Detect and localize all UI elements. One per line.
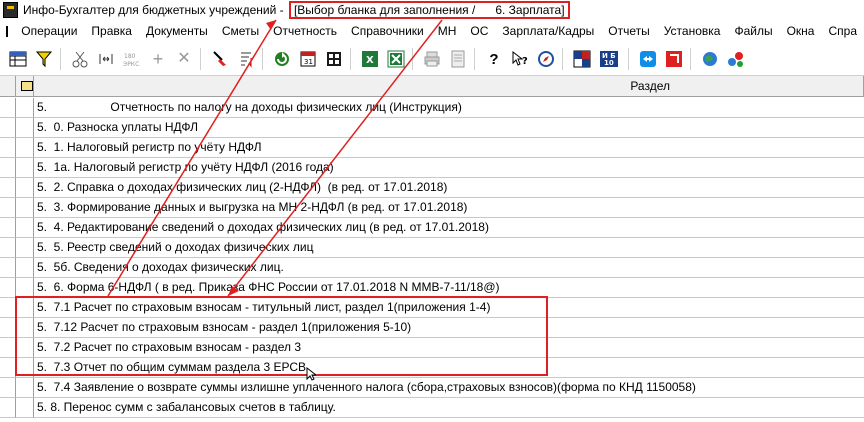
row-cell: 5. 7.2 Расчет по страховым взносам - раз… (34, 338, 864, 358)
teamviewer-icon[interactable] (638, 49, 658, 69)
row-cell: 5. 8. Перенос сумм с забалансовых счетов… (34, 398, 864, 418)
row-cell: 5. 4. Редактирование сведений о доходах … (34, 218, 864, 238)
table-row[interactable]: 5. 2. Справка о доходах физических лиц (… (0, 178, 864, 198)
broom-icon[interactable] (210, 49, 230, 69)
cut-icon[interactable] (70, 49, 90, 69)
menu-estimates[interactable]: Сметы (215, 24, 266, 38)
title-bar: Инфо-Бухгалтер для бюджетных учреждений … (0, 0, 864, 20)
calendar-icon[interactable]: 31 (298, 49, 318, 69)
table-row[interactable]: 5. 0. Разноска уплаты НДФЛ (0, 118, 864, 138)
menu-files[interactable]: Файлы (727, 24, 779, 38)
chess-icon[interactable] (572, 49, 592, 69)
mouse-cursor-icon (306, 367, 316, 381)
grid-icon[interactable] (324, 49, 344, 69)
svg-text:ЭРКС: ЭРКС (123, 61, 139, 68)
menu-references[interactable]: Справочники (344, 24, 431, 38)
sort-icon[interactable] (236, 49, 256, 69)
menu-operations[interactable]: Операции (14, 24, 84, 38)
row-cell: 5. 7.4 Заявление о возврате суммы излишн… (34, 378, 864, 398)
excel-icon[interactable]: X (360, 49, 380, 69)
table-row[interactable]: 5. 7.12 Расчет по страховым взносам - ра… (0, 318, 864, 338)
refresh-icon[interactable] (272, 49, 292, 69)
globe-icon[interactable] (700, 49, 720, 69)
table-row[interactable]: 5. 7.2 Расчет по страховым взносам - раз… (0, 338, 864, 358)
what-icon[interactable]: ? (510, 49, 530, 69)
row-cell: 5. 0. Разноска уплаты НДФЛ (34, 118, 864, 138)
row-cell: 5. 5. Реестр сведений о доходах физическ… (34, 238, 864, 258)
network-icon[interactable] (726, 49, 746, 69)
table-row[interactable]: 5. 8. Перенос сумм с забалансовых счетов… (0, 398, 864, 418)
row-cell: 5. 7.1 Расчет по страховым взносам - тит… (34, 298, 864, 318)
sections-grid: Раздел 5. Отчетность по налогу на доходы… (0, 76, 864, 422)
row-cell: 5. 3. Формирование данных и выгрузка на … (34, 198, 864, 218)
doc-icon[interactable] (448, 49, 468, 69)
row-cell: 5. 7.3 Отчет по общим суммам раздела 3 Е… (34, 358, 864, 378)
svg-text:31: 31 (304, 58, 313, 66)
table-row[interactable]: 5. 7.1 Расчет по страховым взносам - тит… (0, 298, 864, 318)
menu-salary[interactable]: Зарплата/Кадры (495, 24, 601, 38)
menu-settings[interactable]: Установка (657, 24, 728, 38)
menu-mn[interactable]: МН (431, 24, 464, 38)
svg-text:180: 180 (124, 53, 136, 60)
row-cell: 5. Отчетность по налогу на доходы физиче… (34, 98, 864, 118)
table-row[interactable]: 5. 5. Реестр сведений о доходах физическ… (0, 238, 864, 258)
table-row[interactable]: 5. 3. Формирование данных и выгрузка на … (0, 198, 864, 218)
table-row[interactable]: 5. 1. Налоговый регистр по учёту НДФЛ (0, 138, 864, 158)
system-menu-icon[interactable] (6, 25, 9, 37)
table-icon[interactable] (8, 49, 28, 69)
section-column-label: Раздел (630, 79, 670, 93)
app-icon (3, 2, 18, 18)
menu-reporting[interactable]: Отчетность (266, 24, 344, 38)
svg-text:?: ? (522, 56, 528, 67)
table-row[interactable]: 5. Отчетность по налогу на доходы физиче… (0, 98, 864, 118)
print-icon[interactable] (422, 49, 442, 69)
toolbar: 180 ЭРКС + ✕ 31 X ? ? И Б 10 (0, 42, 864, 76)
filter-icon[interactable] (34, 49, 54, 69)
table-row[interactable]: 5. 5б. Сведения о доходах физических лиц… (0, 258, 864, 278)
table-row[interactable]: 5. 6. Форма 6-НДФЛ ( в ред. Приказа ФНС … (0, 278, 864, 298)
delete-icon[interactable]: ✕ (174, 49, 194, 69)
row-cell: 5. 6. Форма 6-НДФЛ ( в ред. Приказа ФНС … (34, 278, 864, 298)
menu-documents[interactable]: Документы (139, 24, 215, 38)
window-title: Инфо-Бухгалтер для бюджетных учреждений … (23, 3, 287, 17)
row-cell: 5. 5б. Сведения о доходах физических лиц… (34, 258, 864, 278)
excel2-icon[interactable] (386, 49, 406, 69)
add-icon[interactable]: + (148, 49, 168, 69)
folder-icon (21, 81, 33, 91)
menu-os[interactable]: ОС (463, 24, 495, 38)
table-row[interactable]: 5. 1а. Налоговый регистр по учёту НДФЛ (… (0, 158, 864, 178)
table-row[interactable]: 5. 4. Редактирование сведений о доходах … (0, 218, 864, 238)
menu-windows[interactable]: Окна (780, 24, 822, 38)
row-cell: 5. 2. Справка о доходах физических лиц (… (34, 178, 864, 198)
table-row[interactable]: 5. 7.3 Отчет по общим суммам раздела 3 Е… (0, 358, 864, 378)
row-indicator-header (0, 76, 16, 97)
anydesk-icon[interactable] (664, 49, 684, 69)
help-icon[interactable]: ? (484, 49, 504, 69)
menu-edit[interactable]: Правка (84, 24, 139, 38)
row-cell: 5. 1. Налоговый регистр по учёту НДФЛ (34, 138, 864, 158)
menu-reports[interactable]: Отчеты (601, 24, 656, 38)
row-cell: 5. 1а. Налоговый регистр по учёту НДФЛ (… (34, 158, 864, 178)
menu-bar: Операции Правка Документы Сметы Отчетнос… (0, 20, 864, 42)
compass-icon[interactable] (536, 49, 556, 69)
menu-help[interactable]: Спра (821, 24, 864, 38)
table-row[interactable]: 5. 7.4 Заявление о возврате суммы излишн… (0, 378, 864, 398)
calc-icon[interactable]: 180 ЭРКС (122, 49, 142, 69)
row-cell: 5. 7.12 Расчет по страховым взносам - ра… (34, 318, 864, 338)
grid-header: Раздел (0, 76, 864, 98)
ib10-icon[interactable]: И Б 10 (598, 49, 620, 69)
window-context-title: [Выбор бланка для заполнения / 6. Зарпла… (288, 1, 570, 19)
svg-text:10: 10 (604, 59, 614, 67)
split-icon[interactable] (96, 49, 116, 69)
svg-text:X: X (366, 55, 374, 66)
